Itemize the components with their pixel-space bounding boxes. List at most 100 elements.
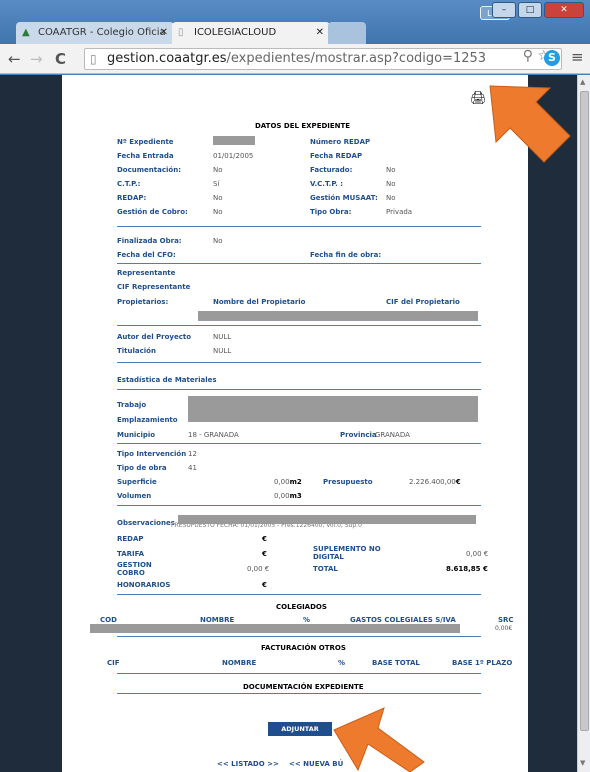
divider xyxy=(117,594,481,595)
value-municipio: 18 - GRANADA xyxy=(188,431,239,439)
value-gestion-cobro: No xyxy=(213,208,223,216)
label-titulacion: Titulación xyxy=(117,347,156,355)
maximize-button[interactable]: □ xyxy=(518,2,542,18)
minimize-button[interactable]: – xyxy=(492,2,516,18)
label-vctp: V.C.T.P. : xyxy=(310,180,344,188)
label-gestion-musaat: Gestión MUSAAT: xyxy=(310,194,378,202)
label-fecha-redap: Fecha REDAP xyxy=(310,152,363,160)
orange-arrow-icon xyxy=(333,707,425,772)
close-tab-icon[interactable]: ✕ xyxy=(316,27,324,38)
label-gestion-cobro-fee: GESTION COBRO xyxy=(117,561,152,577)
divider xyxy=(117,362,481,363)
label-total: TOTAL xyxy=(313,565,338,573)
page-viewport: ▲ ▼ xyxy=(0,75,590,772)
value-ctp: Sí xyxy=(213,180,220,188)
value-redap: No xyxy=(213,194,223,202)
scroll-down-icon[interactable]: ▼ xyxy=(580,759,585,767)
divider xyxy=(117,389,481,390)
menu-icon[interactable]: ≡ xyxy=(571,48,584,66)
label-tipo-obra: Tipo Obra: xyxy=(310,208,352,216)
skype-icon[interactable]: S xyxy=(544,50,560,66)
scroll-thumb[interactable] xyxy=(580,91,589,731)
col-header-src: SRC xyxy=(498,616,514,624)
header-cif-propietario: CIF del Propietario xyxy=(386,298,460,306)
section-title-colegiados: COLEGIADOS xyxy=(276,603,327,611)
back-arrow-icon[interactable]: ← xyxy=(8,50,21,68)
value-titulacion: NULL xyxy=(213,347,232,355)
redacted-value xyxy=(198,311,478,321)
label-provincia: Provincia xyxy=(340,431,377,439)
value-redap-fee: € xyxy=(262,535,267,543)
address-domain: gestion.coaatgr.es xyxy=(107,51,227,66)
value-tipo-de-obra: 41 xyxy=(188,464,197,472)
label-trabajo: Trabajo xyxy=(117,401,147,409)
scrollbar[interactable]: ▲ ▼ xyxy=(577,75,590,772)
label-redap-fee: REDAP xyxy=(117,535,144,543)
divider xyxy=(117,693,481,694)
label-cif-representante: CIF Representante xyxy=(117,283,191,291)
label-fecha-cfo: Fecha del CFO: xyxy=(117,251,176,259)
adjuntar-anexo-button[interactable]: ADJUNTAR ANEXO xyxy=(268,722,332,747)
label-superficie: Superficie xyxy=(117,478,157,486)
divider xyxy=(117,226,481,227)
label-redap: REDAP: xyxy=(117,194,147,202)
label-emplazamiento: Emplazamiento xyxy=(117,416,178,424)
label-facturado: Facturado: xyxy=(310,166,353,174)
label-tipo-de-obra: Tipo de obra xyxy=(117,464,167,472)
listado-link[interactable]: << LISTADO >> xyxy=(217,760,279,768)
header-nombre-propietario: Nombre del Propietario xyxy=(213,298,306,306)
close-tab-icon[interactable]: ✕ xyxy=(160,27,168,38)
col-header-gastos: GASTOS COLEGIALES S/IVA xyxy=(350,616,456,624)
value-tarifa: € xyxy=(262,550,267,558)
value-finalizada: No xyxy=(213,237,223,245)
address-bar[interactable]: ▯ gestion.coaatgr.es/expedientes/mostrar… xyxy=(84,48,562,70)
value-total: 8.618,85 € xyxy=(446,565,488,573)
divider xyxy=(117,505,481,506)
tab-label: COAATGR - Colegio Oficia xyxy=(38,27,166,38)
value-volumen: 0,00m3 xyxy=(274,492,302,500)
label-suplemento: SUPLEMENTO NO DIGITAL xyxy=(313,545,381,561)
value-vctp: No xyxy=(386,180,396,188)
tab-icolegiacloud[interactable]: ▯ ICOLEGIACLOUD ✕ xyxy=(172,22,330,44)
divider xyxy=(117,443,481,444)
label-numero-redap: Número REDAP xyxy=(310,138,371,146)
window-titlebar: Luis – □ ✕ ▲ COAATGR - Colegio Oficia ✕ … xyxy=(0,0,590,44)
label-finalizada: Finalizada Obra: xyxy=(117,237,182,245)
value-gestion-musaat: No xyxy=(386,194,396,202)
col-header-pct: % xyxy=(338,659,346,667)
col-header-nombre: NOMBRE xyxy=(200,616,235,624)
address-path: /expedientes/mostrar.asp?codigo=1253 xyxy=(226,51,487,66)
tab-coaatgr[interactable]: ▲ COAATGR - Colegio Oficia ✕ xyxy=(16,22,174,44)
label-tarifa: TARIFA xyxy=(117,550,145,558)
window-controls: – □ ✕ xyxy=(492,2,584,18)
divider xyxy=(117,636,481,637)
value-tipo-intervencion: 12 xyxy=(188,450,197,458)
new-tab-button[interactable] xyxy=(328,22,366,44)
site-favicon-icon: ▲ xyxy=(22,27,30,38)
section-title-facturacion: FACTURACIÓN OTROS xyxy=(261,644,346,652)
close-window-button[interactable]: ✕ xyxy=(544,2,584,18)
value-suplemento: 0,00 € xyxy=(466,550,489,558)
section-title-datos: DATOS DEL EXPEDIENTE xyxy=(255,122,351,130)
label-presupuesto: Presupuesto xyxy=(323,478,373,486)
col-header-cif: CIF xyxy=(107,659,120,667)
section-title-documentacion: DOCUMENTACIÓN EXPEDIENTE xyxy=(243,683,364,691)
label-gestion-cobro: Gestión de Cobro: xyxy=(117,208,188,216)
label-fecha-entrada: Fecha Entrada xyxy=(117,152,174,160)
value-tipo-obra: Privada xyxy=(386,208,413,216)
label-volumen: Volumen xyxy=(117,492,152,500)
value-documentacion: No xyxy=(213,166,223,174)
divider xyxy=(117,673,481,674)
forward-arrow-icon[interactable]: → xyxy=(30,50,43,68)
divider xyxy=(117,263,481,264)
divider xyxy=(117,325,481,326)
page-icon: ▯ xyxy=(178,27,184,38)
reload-icon[interactable]: C xyxy=(55,50,66,68)
redacted-value xyxy=(178,515,476,524)
label-ctp: C.T.P.: xyxy=(117,180,141,188)
label-observaciones: Observaciones xyxy=(117,519,175,527)
label-propietarios: Propietarios: xyxy=(117,298,169,306)
scroll-up-icon[interactable]: ▲ xyxy=(580,78,585,86)
redacted-value xyxy=(213,136,255,145)
value-fecha-entrada: 01/01/2005 xyxy=(213,152,254,160)
